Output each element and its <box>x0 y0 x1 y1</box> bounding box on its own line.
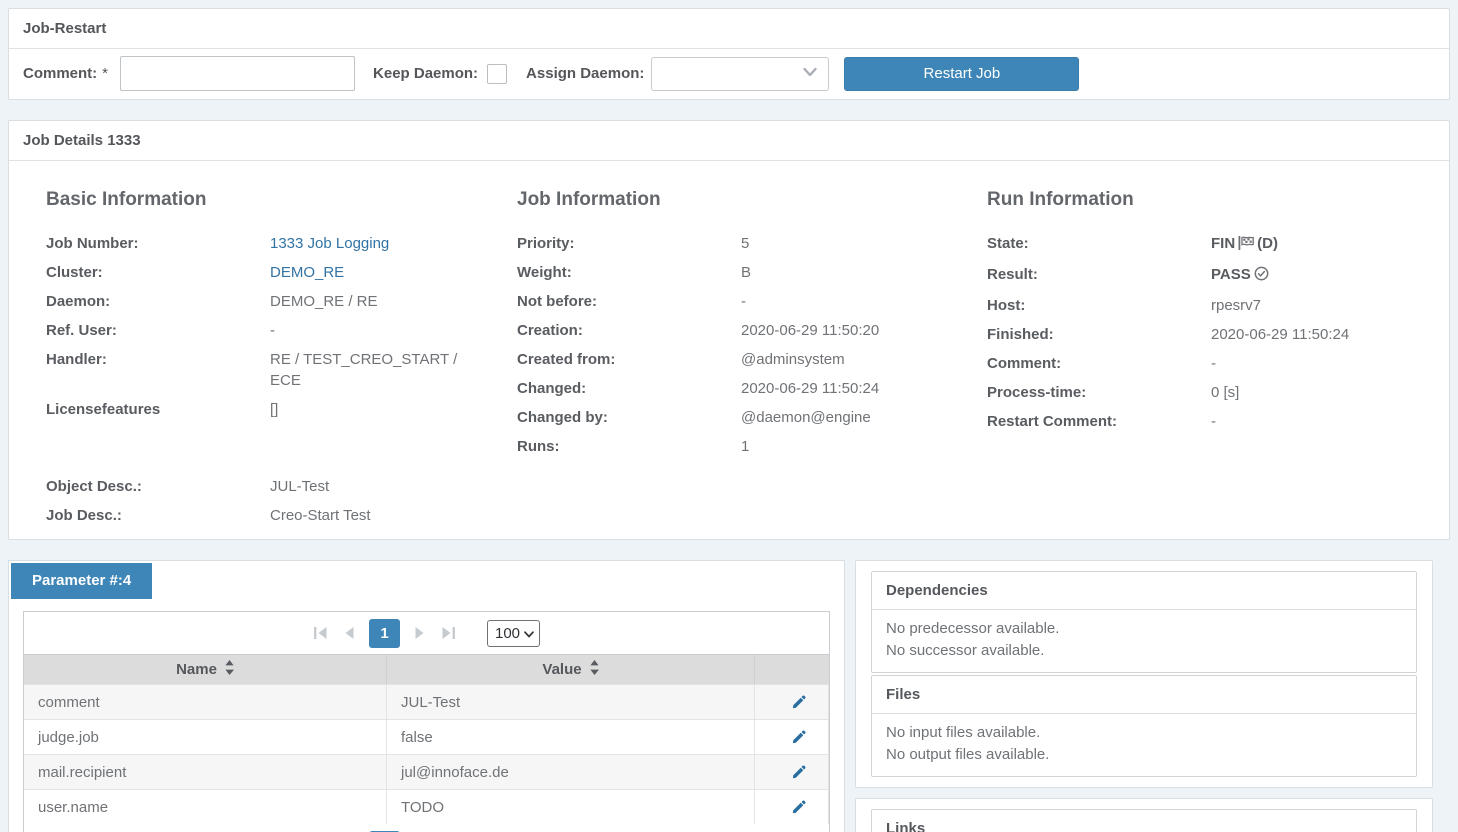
first-page-icon[interactable] <box>313 626 328 640</box>
edit-icon[interactable] <box>791 730 806 745</box>
object-desc-row: Object Desc.: JUL-Test <box>46 476 517 497</box>
table-row: comment JUL-Test <box>24 684 829 719</box>
daemon-row: Daemon: DEMO_RE / RE <box>46 291 517 312</box>
changed-row: Changed: 2020-06-29 11:50:24 <box>517 378 987 399</box>
job-information-heading: Job Information <box>517 189 987 211</box>
state-row: State: FIN(D) <box>987 233 1429 256</box>
cluster-link[interactable]: DEMO_RE <box>270 262 487 283</box>
parameter-table: 1 100 Name Value <box>23 611 830 832</box>
sort-icon <box>225 660 234 679</box>
keep-daemon-checkbox[interactable] <box>487 64 507 84</box>
ref-user-row: Ref. User: - <box>46 320 517 341</box>
runs-row: Runs: 1 <box>517 436 987 457</box>
job-desc-row: Job Desc.: Creo-Start Test <box>46 505 517 526</box>
changed-by-row: Changed by: @daemon@engine <box>517 407 987 428</box>
no-predecessor-text: No predecessor available. <box>886 618 1402 640</box>
parameter-tab-row: Parameter #:4 <box>9 561 844 599</box>
next-page-icon[interactable] <box>414 626 427 640</box>
current-page-button[interactable]: 1 <box>369 619 400 648</box>
assign-daemon-label: Assign Daemon: <box>526 65 644 82</box>
files-body: No input files available. No output file… <box>872 714 1416 776</box>
priority-row: Priority: 5 <box>517 233 987 254</box>
finish-flag-icon <box>1238 237 1254 254</box>
column-header-value[interactable]: Value <box>387 655 755 684</box>
pagination-top: 1 100 <box>24 612 829 654</box>
files-title: Files <box>872 676 1416 714</box>
links-box: Links <box>855 798 1433 832</box>
run-information-heading: Run Information <box>987 189 1429 211</box>
job-restart-panel: Job-Restart Comment: * Keep Daemon: Assi… <box>8 8 1450 100</box>
basic-information-section: Basic Information Job Number: 1333 Job L… <box>46 189 517 534</box>
prev-page-icon[interactable] <box>342 626 355 640</box>
creation-row: Creation: 2020-06-29 11:50:20 <box>517 320 987 341</box>
no-input-files-text: No input files available. <box>886 722 1402 744</box>
table-row: mail.recipient jul@innoface.de <box>24 754 829 789</box>
run-information-section: Run Information State: FIN(D) Result: PA… <box>987 189 1429 534</box>
created-from-row: Created from: @adminsystem <box>517 349 987 370</box>
restart-comment-row: Restart Comment: - <box>987 411 1429 432</box>
page-size-select[interactable]: 100 <box>487 620 540 647</box>
weight-row: Weight: B <box>517 262 987 283</box>
result-row: Result: PASS <box>987 264 1429 287</box>
chevron-down-icon <box>802 65 818 82</box>
check-circle-icon <box>1254 268 1269 285</box>
job-details-panel: Job Details 1333 Basic Information Job N… <box>8 120 1450 540</box>
column-header-name[interactable]: Name <box>24 655 387 684</box>
tab-parameter[interactable]: Parameter #:4 <box>11 563 152 599</box>
table-row: user.name TODO <box>24 789 829 824</box>
pagination-bottom: 1 100 <box>24 824 829 832</box>
parameter-panel: Parameter #:4 1 100 <box>8 560 845 832</box>
no-successor-text: No successor available. <box>886 640 1402 662</box>
job-details-body: Basic Information Job Number: 1333 Job L… <box>9 161 1449 534</box>
last-page-icon[interactable] <box>441 626 456 640</box>
finished-row: Finished: 2020-06-29 11:50:24 <box>987 324 1429 345</box>
comment-input[interactable] <box>120 56 355 91</box>
result-value: PASS <box>1211 264 1399 287</box>
parameter-body: 1 100 Name Value <box>9 599 844 832</box>
dependencies-body: No predecessor available. No successor a… <box>872 610 1416 672</box>
dependencies-card: Dependencies No predecessor available. N… <box>871 571 1417 673</box>
state-value: FIN(D) <box>1211 233 1399 256</box>
restart-job-button[interactable]: Restart Job <box>844 57 1079 91</box>
job-number-link[interactable]: 1333 Job Logging <box>270 233 487 254</box>
files-card: Files No input files available. No outpu… <box>871 675 1417 777</box>
process-time-row: Process-time: 0 [s] <box>987 382 1429 403</box>
chevron-down-icon <box>524 625 534 642</box>
licensefeatures-row: Licensefeatures [] <box>46 399 517 420</box>
job-restart-form: Comment: * Keep Daemon: Assign Daemon: R… <box>9 49 1449 99</box>
edit-icon[interactable] <box>791 695 806 710</box>
right-column: Dependencies No predecessor available. N… <box>855 560 1433 832</box>
not-before-row: Not before: - <box>517 291 987 312</box>
required-marker: * <box>102 65 108 82</box>
run-comment-row: Comment: - <box>987 353 1429 374</box>
no-output-files-text: No output files available. <box>886 744 1402 766</box>
assign-daemon-select[interactable] <box>651 57 829 91</box>
comment-label: Comment: <box>23 65 97 82</box>
basic-information-heading: Basic Information <box>46 189 517 211</box>
edit-icon[interactable] <box>791 800 806 815</box>
dependencies-files-box: Dependencies No predecessor available. N… <box>855 560 1433 788</box>
handler-row: Handler: RE / TEST_CREO_START / ECE <box>46 349 517 391</box>
parameter-table-header: Name Value <box>24 654 829 684</box>
cluster-row: Cluster: DEMO_RE <box>46 262 517 283</box>
links-card: Links <box>871 809 1417 832</box>
job-number-row: Job Number: 1333 Job Logging <box>46 233 517 254</box>
dependencies-title: Dependencies <box>872 572 1416 610</box>
job-restart-title: Job-Restart <box>9 9 1449 49</box>
links-title: Links <box>872 810 1416 832</box>
host-row: Host: rpesrv7 <box>987 295 1429 316</box>
edit-icon[interactable] <box>791 765 806 780</box>
sort-icon <box>590 660 599 679</box>
job-information-section: Job Information Priority: 5 Weight: B No… <box>517 189 987 534</box>
job-details-title: Job Details 1333 <box>9 121 1449 161</box>
table-row: judge.job false <box>24 719 829 754</box>
keep-daemon-label: Keep Daemon: <box>373 65 478 82</box>
column-header-actions <box>755 655 829 684</box>
